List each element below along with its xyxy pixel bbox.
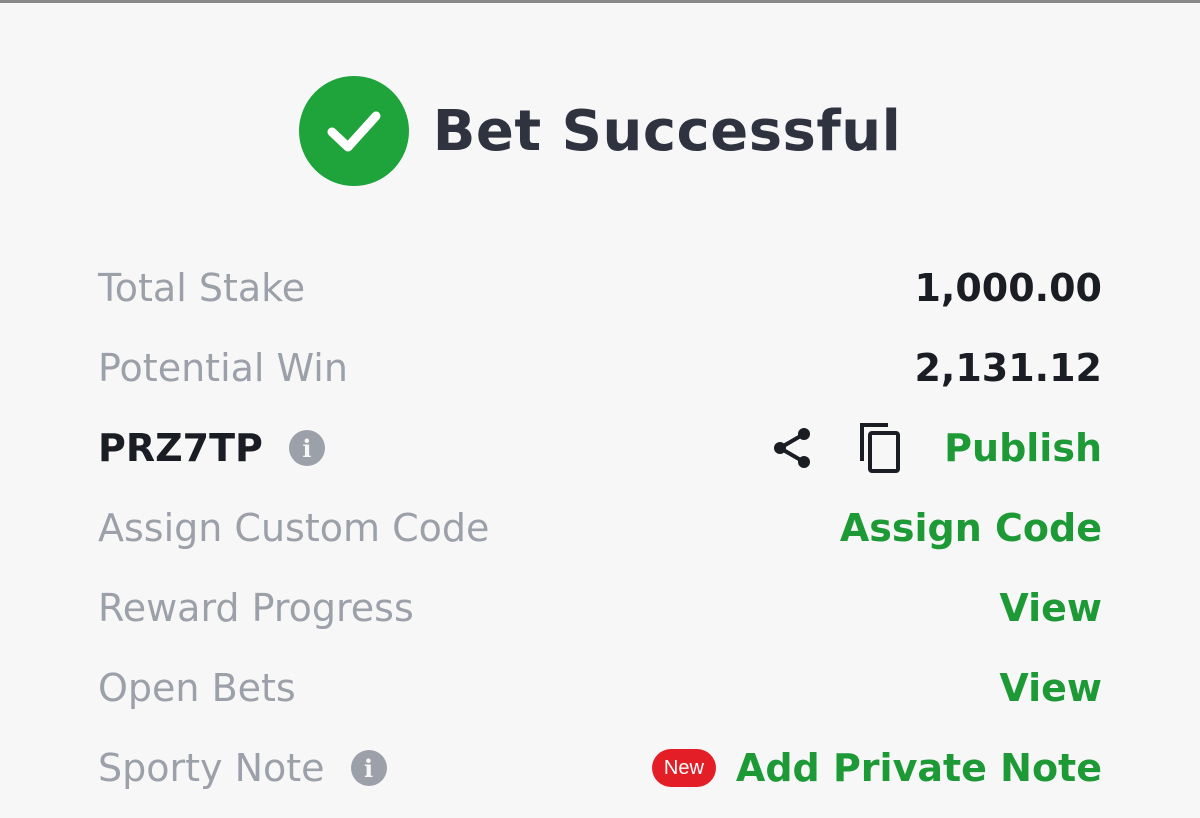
custom-code-row: Assign Custom Code Assign Code xyxy=(98,488,1102,568)
bet-success-header: Bet Successful xyxy=(0,75,1200,187)
reward-progress-label: Reward Progress xyxy=(98,586,414,630)
potential-win-value: 2,131.12 xyxy=(914,346,1102,390)
total-stake-label: Total Stake xyxy=(98,266,306,310)
new-badge: New xyxy=(651,749,716,787)
reward-progress-view-button[interactable]: View xyxy=(999,586,1102,630)
info-icon[interactable]: i xyxy=(350,750,387,786)
total-stake-row: Total Stake 1,000.00 xyxy=(98,248,1102,328)
bet-details: Total Stake 1,000.00 Potential Win 2,131… xyxy=(98,248,1102,808)
open-bets-view-button[interactable]: View xyxy=(999,666,1102,710)
sporty-note-actions: New Add Private Note xyxy=(651,746,1102,790)
publish-button[interactable]: Publish xyxy=(944,426,1102,470)
add-private-note-button[interactable]: Add Private Note xyxy=(736,746,1102,790)
page-title: Bet Successful xyxy=(432,98,902,164)
sporty-note-label: Sporty Note xyxy=(98,746,325,790)
sporty-note-group: Sporty Note i xyxy=(98,746,387,790)
potential-win-label: Potential Win xyxy=(98,346,348,390)
potential-win-row: Potential Win 2,131.12 xyxy=(98,328,1102,408)
booking-actions: Publish xyxy=(768,421,1102,475)
booking-code-group: PRZ7TP i xyxy=(98,426,325,470)
top-border xyxy=(0,0,1200,3)
assign-code-button[interactable]: Assign Code xyxy=(840,506,1102,550)
booking-code-row: PRZ7TP i Publish xyxy=(98,408,1102,488)
open-bets-row: Open Bets View xyxy=(98,648,1102,728)
custom-code-label: Assign Custom Code xyxy=(98,506,490,550)
copy-icon[interactable] xyxy=(856,421,904,475)
sporty-note-row: Sporty Note i New Add Private Note xyxy=(98,728,1102,808)
check-circle-icon xyxy=(298,76,409,186)
reward-progress-row: Reward Progress View xyxy=(98,568,1102,648)
booking-code: PRZ7TP xyxy=(98,426,263,470)
info-icon[interactable]: i xyxy=(288,430,325,466)
total-stake-value: 1,000.00 xyxy=(914,266,1102,310)
share-icon[interactable] xyxy=(768,424,816,472)
open-bets-label: Open Bets xyxy=(98,666,296,710)
